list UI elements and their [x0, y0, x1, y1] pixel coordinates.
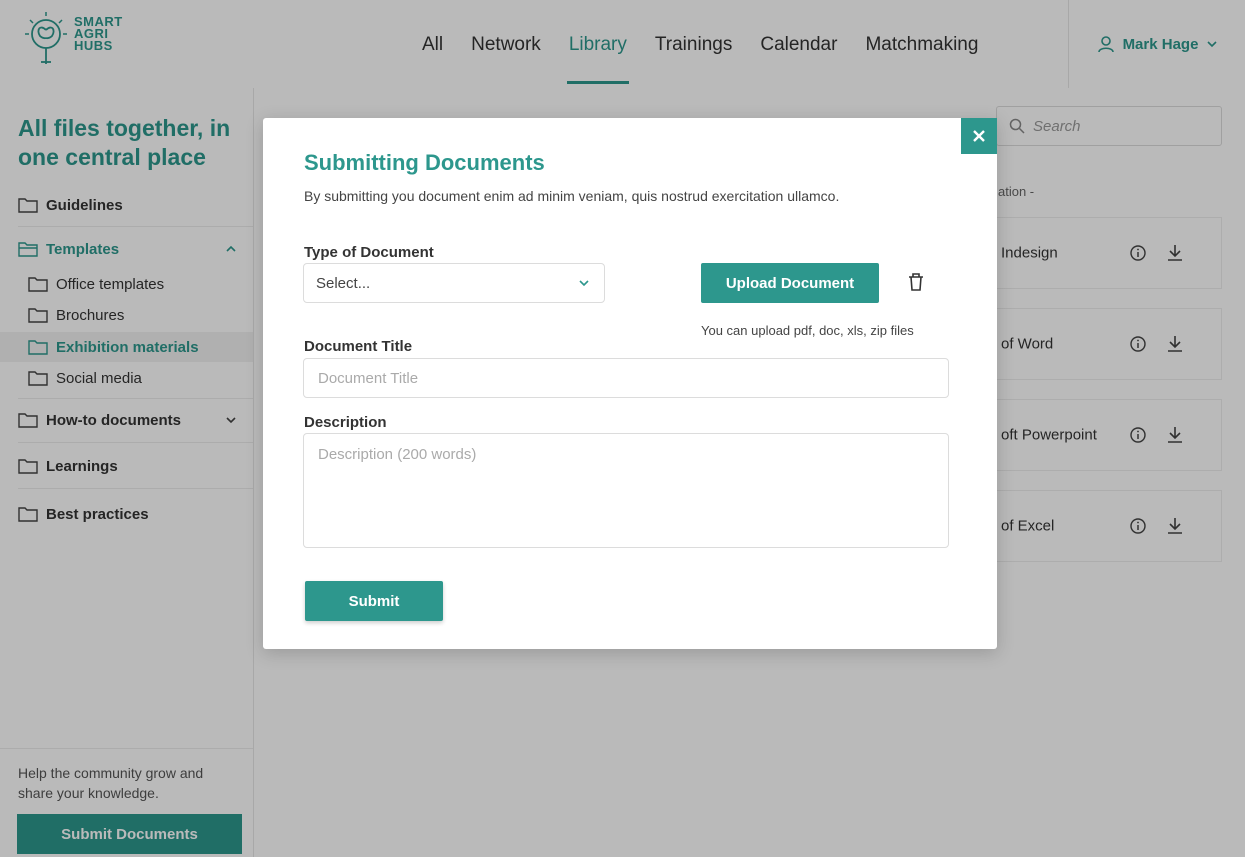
document-type-select[interactable]: Select...	[303, 263, 605, 303]
upload-hint: You can upload pdf, doc, xls, zip files	[701, 323, 914, 338]
trash-icon[interactable]	[907, 272, 925, 292]
document-title-input[interactable]: Document Title	[303, 358, 949, 398]
description-label: Description	[304, 414, 387, 431]
upload-document-button[interactable]: Upload Document	[701, 263, 879, 303]
document-title-label: Document Title	[304, 338, 413, 355]
submit-documents-modal: Submitting Documents By submitting you d…	[263, 118, 997, 649]
modal-subtitle: By submitting you document enim ad minim…	[304, 188, 840, 204]
description-textarea[interactable]: Description (200 words)	[303, 433, 949, 548]
modal-title: Submitting Documents	[304, 150, 545, 175]
chevron-down-icon	[578, 277, 590, 289]
submit-button[interactable]: Submit	[305, 581, 443, 621]
close-icon	[973, 130, 985, 142]
close-button[interactable]	[961, 118, 997, 154]
type-of-document-label: Type of Document	[304, 244, 434, 261]
select-value: Select...	[316, 274, 371, 292]
